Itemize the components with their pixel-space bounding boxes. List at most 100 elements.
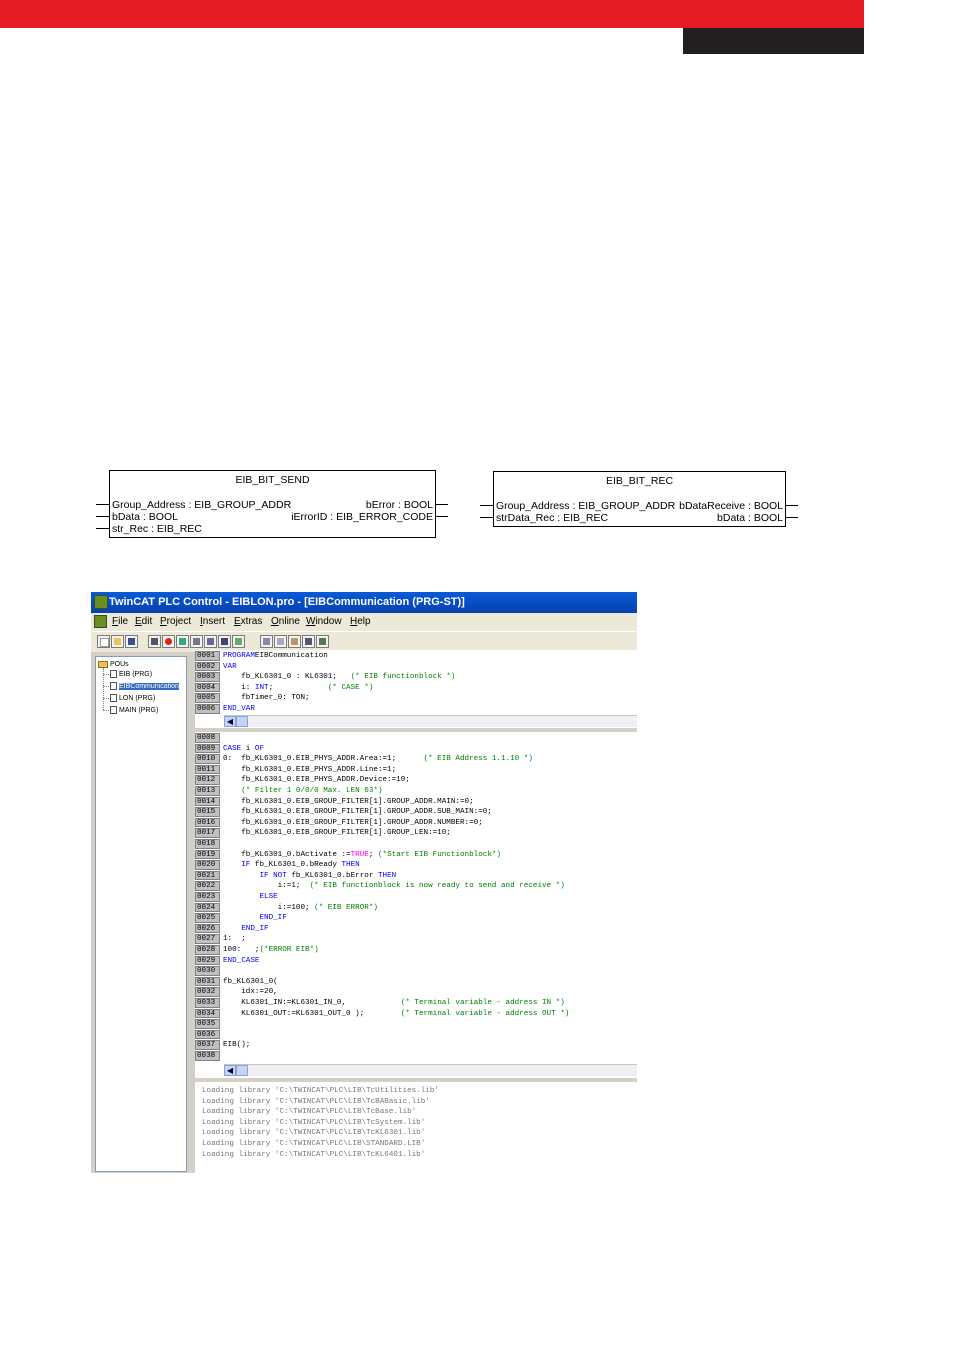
line-number: 0006 — [195, 704, 220, 714]
code-line[interactable]: 0030 — [195, 966, 637, 977]
scroll-thumb[interactable] — [236, 716, 248, 727]
code-line[interactable]: 0025 END_IF — [195, 913, 637, 924]
line-number: 0022 — [195, 881, 220, 891]
replace-icon[interactable] — [316, 635, 329, 648]
code-line[interactable]: 0009 CASE i OF — [195, 743, 637, 755]
code-line[interactable]: 0026 END_IF — [195, 923, 637, 935]
code-text: END_IF — [223, 913, 286, 924]
declaration-horizontal-scrollbar[interactable]: ◀ — [224, 715, 637, 727]
code-line[interactable]: 0014 fb_KL6301_0.EIB_GROUP_FILTER[1].GRO… — [195, 796, 637, 808]
code-line[interactable]: 0024 i:=100; (* EIB ERROR*) — [195, 902, 637, 914]
line-number: 0037 — [195, 1040, 220, 1050]
code-line[interactable]: 0003 fb_KL6301_0 : KL6301; (* EIB functi… — [195, 672, 637, 683]
code-line[interactable]: 0022 i:=1; (* EIB functionblock is now r… — [195, 881, 637, 892]
find-icon[interactable] — [302, 635, 315, 648]
code-line[interactable]: 0031 fb_KL6301_0( — [195, 976, 637, 988]
code-line[interactable]: 0013 (* Filter 1 0/0/0 Max. LEN 63*) — [195, 786, 637, 797]
scroll-thumb[interactable] — [236, 1065, 248, 1076]
wire — [785, 505, 798, 506]
code-line[interactable]: 0032 idx:=20, — [195, 987, 637, 998]
code-line[interactable]: 0019 fb_KL6301_0.bActivate :=TRUE; (*Sta… — [195, 849, 637, 861]
menu-file[interactable]: File — [112, 616, 128, 627]
menu-online[interactable]: Online — [271, 616, 300, 627]
tree-item-main[interactable]: MAIN (PRG) — [110, 706, 158, 715]
watch-icon[interactable] — [204, 635, 217, 648]
message-line: Loading library 'C:\TWINCAT\PLC\LIB\TcKL… — [202, 1129, 426, 1138]
code-text: 100: ;(*ERROR EIB*) — [223, 945, 319, 956]
keyword-token: OF — [254, 744, 265, 753]
code-line[interactable]: 0033 KL6301_IN:=KL6301_IN_0, (* Terminal… — [195, 998, 637, 1009]
code-line[interactable]: 0018 — [195, 839, 637, 850]
code-line[interactable]: 0029 END_CASE — [195, 955, 637, 967]
scroll-left-button[interactable]: ◀ — [224, 716, 236, 727]
document-icon — [110, 694, 117, 703]
block-title: EIB_BIT_REC — [605, 475, 674, 487]
output-pin: bDataReceive : BOOL — [679, 500, 783, 512]
menu-project[interactable]: Project — [160, 616, 191, 627]
line-number: 0004 — [195, 682, 220, 693]
code-line[interactable]: 0020 IF fb_KL6301_0.bReady THEN — [195, 860, 637, 871]
output-pin: iErrorID : EIB_ERROR_CODE — [291, 511, 433, 523]
code-line[interactable]: 0005 fbTimer_0: TON; — [195, 693, 637, 704]
code-line[interactable]: 0036 — [195, 1029, 637, 1041]
body-editor[interactable]: 0008 0009 CASE i OF 0010 0: fb_KL6301_0.EIB_… — [195, 732, 637, 1062]
comment-token: (*Start EIB Functionblock*) — [377, 850, 502, 859]
editor-pane: 0001 PROGRAMEIBCommunication 0002 VAR 0003 f… — [195, 650, 637, 1173]
code-line[interactable]: 0021 IF NOT fb_KL6301_0.bError THEN — [195, 870, 637, 882]
copy-icon[interactable] — [274, 635, 287, 648]
login-icon[interactable] — [148, 635, 161, 648]
step-icon[interactable] — [190, 635, 203, 648]
stop-icon[interactable] — [162, 635, 175, 648]
code-line[interactable]: 0012 fb_KL6301_0.EIB_PHYS_ADDR.Device:=1… — [195, 775, 637, 786]
code-line[interactable]: 0038 — [195, 1051, 637, 1062]
code-line[interactable]: 0027 1: ; — [195, 934, 637, 945]
declaration-editor[interactable]: 0001 PROGRAMEIBCommunication 0002 VAR 0003 f… — [195, 650, 637, 722]
new-icon[interactable] — [97, 635, 110, 648]
menu-help[interactable]: Help — [350, 616, 371, 627]
code-line[interactable]: 0017 fb_KL6301_0.EIB_GROUP_FILTER[1].GRO… — [195, 828, 637, 839]
code-line[interactable]: 0010 0: fb_KL6301_0.EIB_PHYS_ADDR.Area:=1… — [195, 754, 637, 765]
open-icon[interactable] — [111, 635, 124, 648]
tree-item-lon[interactable]: LON (PRG) — [110, 694, 155, 703]
run-icon[interactable] — [176, 635, 189, 648]
comment-token: (* Terminal variable - address OUT *) — [400, 1009, 570, 1018]
body-horizontal-scrollbar[interactable]: ◀ — [224, 1064, 637, 1076]
scroll-left-button[interactable]: ◀ — [224, 1065, 236, 1076]
title-bar[interactable]: TwinCAT PLC Control - EIBLON.pro - [EIBC… — [91, 592, 637, 613]
code-line[interactable]: 0008 — [195, 733, 637, 744]
menu-edit[interactable]: Edit — [135, 616, 152, 627]
code-line[interactable]: 0023 ELSE — [195, 892, 637, 903]
code-line[interactable]: 0034 KL6301_OUT:=KL6301_OUT_0 ); (* Term… — [195, 1008, 637, 1020]
toolbar — [91, 631, 637, 652]
menu-extras[interactable]: Extras — [234, 616, 262, 627]
download-icon[interactable] — [232, 635, 245, 648]
code-line[interactable]: 0001 PROGRAMEIBCommunication — [195, 651, 637, 662]
code-line[interactable]: 0004 i: INT; (* CASE *) — [195, 682, 637, 694]
code-line[interactable]: 0006 END_VAR — [195, 704, 637, 715]
menu-window[interactable]: Window — [306, 616, 342, 627]
keyword-token: VAR — [223, 662, 237, 671]
code-line[interactable]: 0002 VAR — [195, 661, 637, 673]
cut-icon[interactable] — [260, 635, 273, 648]
code-line[interactable]: 0028 100: ;(*ERROR EIB*) — [195, 945, 637, 956]
code-line[interactable]: 0015 fb_KL6301_0.EIB_GROUP_FILTER[1].GRO… — [195, 807, 637, 818]
code-line[interactable]: 0016 fb_KL6301_0.EIB_GROUP_FILTER[1].GRO… — [195, 817, 637, 829]
message-line: Loading library 'C:\TWINCAT\PLC\LIB\STAN… — [202, 1140, 426, 1148]
menu-insert[interactable]: Insert — [200, 616, 225, 627]
tree-item-eib[interactable]: EIB (PRG) — [110, 670, 152, 679]
code-line[interactable]: 0035 — [195, 1019, 637, 1030]
line-number: 0016 — [195, 817, 220, 828]
code-text: fb_KL6301_0.EIB_GROUP_FILTER[1].GROUP_LE… — [223, 828, 451, 839]
wire — [435, 516, 448, 517]
paste-icon[interactable] — [288, 635, 301, 648]
code-line[interactable]: 0011 fb_KL6301_0.EIB_PHYS_ADDR.Line:=1; — [195, 764, 637, 776]
save-icon[interactable] — [125, 635, 138, 648]
message-line: Loading library 'C:\TWINCAT\PLC\LIB\TcSy… — [202, 1118, 426, 1127]
code-line[interactable]: 0037 EIB(); — [195, 1040, 637, 1051]
document-window-icon[interactable] — [94, 615, 107, 628]
tree-item-eibcommunication[interactable]: EIBCommunication — [110, 682, 179, 691]
line-number: 0014 — [195, 796, 220, 807]
code-token: KL6301_IN:=KL6301_IN_0, — [223, 999, 401, 1007]
reset-icon[interactable] — [218, 635, 231, 648]
comment-token: (* EIB Address 1.1.10 *) — [423, 755, 533, 764]
